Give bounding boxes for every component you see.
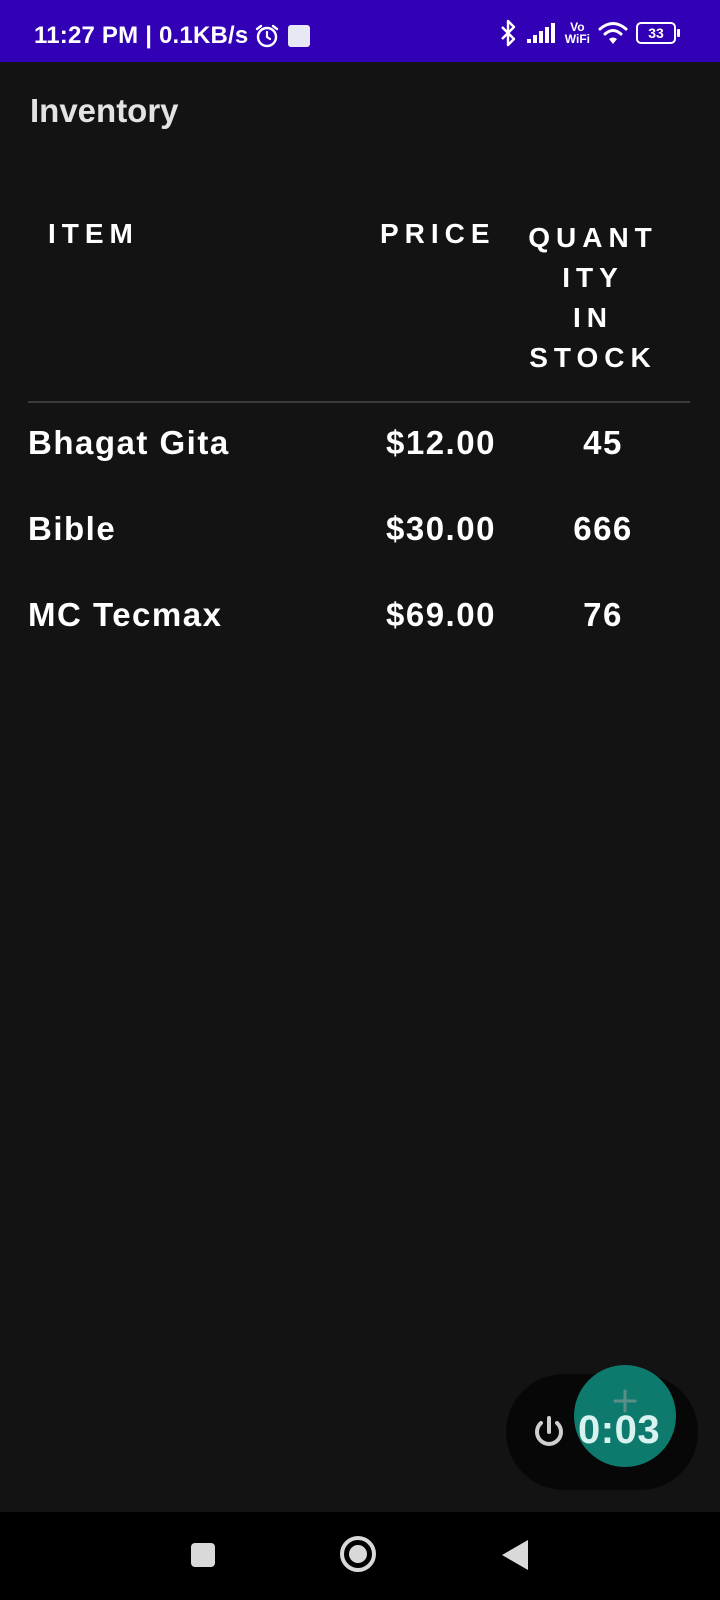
power-icon[interactable] [531, 1414, 567, 1450]
navigation-bar [0, 1512, 720, 1600]
recent-apps-icon[interactable] [190, 1542, 216, 1568]
item-quantity: 666 [573, 510, 633, 547]
home-icon[interactable] [338, 1534, 378, 1574]
vowifi-indicator: Vo WiFi [565, 21, 590, 45]
table-row[interactable]: Bhagat Gita $12.00 45 [0, 424, 720, 484]
bluetooth-icon [500, 19, 515, 47]
item-quantity: 76 [583, 596, 623, 633]
column-header-quantity: QUANT ITY IN STOCK [528, 222, 658, 373]
item-name: MC Tecmax [28, 596, 223, 633]
battery-tip [677, 29, 680, 37]
battery-icon: 33 [636, 22, 680, 44]
item-quantity: 45 [583, 424, 623, 461]
recording-timer: 0:03 [578, 1408, 661, 1452]
gallery-icon [288, 25, 311, 47]
page-title: Inventory [30, 92, 179, 129]
back-icon[interactable] [500, 1538, 530, 1572]
signal-icon [526, 23, 555, 43]
table-row[interactable]: MC Tecmax $69.00 76 [0, 596, 720, 656]
status-time-speed: 11:27 PM | 0.1KB/s [34, 22, 249, 49]
header-divider [28, 401, 690, 403]
status-right: Vo WiFi 33 [489, 18, 680, 48]
item-price: $30.00 [386, 510, 496, 547]
alarm-icon [256, 24, 279, 48]
item-name: Bible [28, 510, 117, 547]
table-row[interactable]: Bible $30.00 666 [0, 510, 720, 570]
status-bar: 11:27 PM | 0.1KB/s Vo WiFi 33 [0, 0, 720, 62]
item-name: Bhagat Gita [28, 424, 230, 461]
item-price: $12.00 [386, 424, 496, 461]
item-price: $69.00 [386, 596, 496, 633]
vowifi-bottom: WiFi [564, 32, 590, 46]
wifi-icon [598, 22, 628, 44]
column-header-price: PRICE [380, 218, 496, 249]
screen: 11:27 PM | 0.1KB/s Vo WiFi 33 Inventory … [0, 0, 720, 1600]
status-left: 11:27 PM | 0.1KB/s [34, 22, 311, 50]
column-header-item: ITEM [48, 218, 139, 249]
battery-level: 33 [636, 22, 676, 44]
